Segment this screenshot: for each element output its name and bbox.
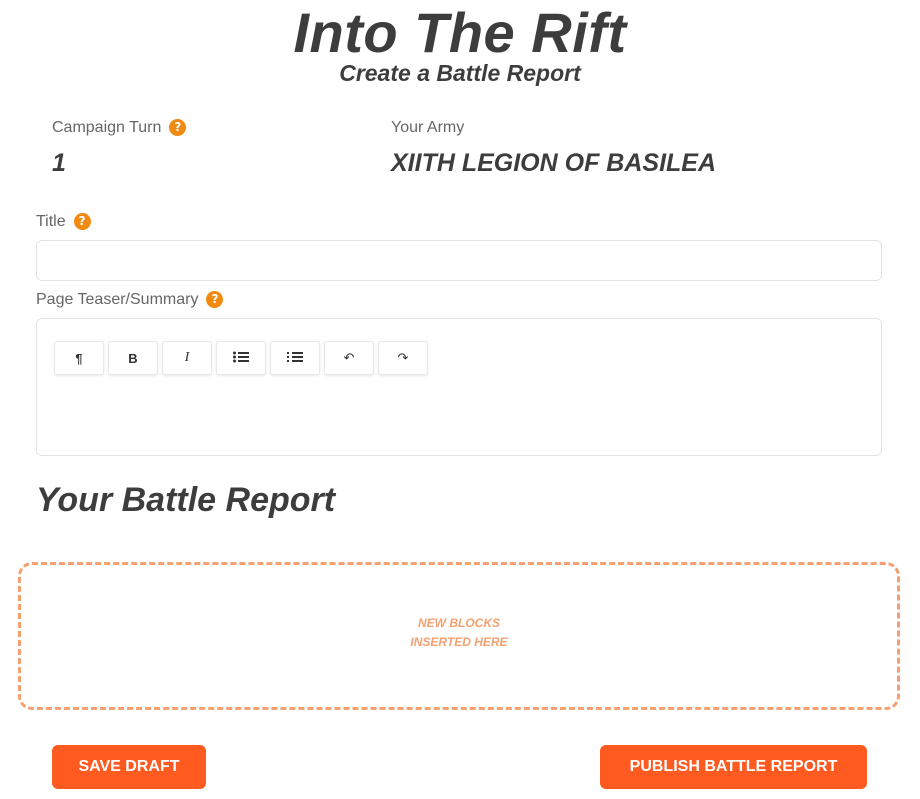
block-drop-zone[interactable]: NEW BLOCKS INSERTED HERE — [18, 562, 900, 710]
help-icon[interactable]: ? — [206, 291, 224, 309]
save-draft-button[interactable]: SAVE DRAFT — [52, 745, 206, 789]
teaser-label-row: Page Teaser/Summary? — [36, 290, 224, 310]
teaser-editor[interactable]: ¶ B I ↶ ↷ — [36, 318, 882, 456]
ordered-list-icon — [287, 351, 303, 366]
ordered-list-button[interactable] — [270, 341, 320, 375]
drop-zone-line-1: NEW BLOCKS — [418, 616, 500, 630]
battle-report-heading: Your Battle Report — [36, 481, 336, 519]
campaign-turn-label-row: Campaign Turn? — [52, 118, 187, 138]
italic-button[interactable]: I — [162, 341, 212, 375]
bold-icon: B — [128, 350, 138, 366]
title-label: Title — [36, 213, 66, 230]
publish-battle-report-button[interactable]: PUBLISH BATTLE REPORT — [600, 745, 867, 789]
army-label: Your Army — [391, 119, 465, 136]
help-icon[interactable]: ? — [169, 119, 187, 137]
redo-icon: ↷ — [397, 350, 409, 366]
italic-icon: I — [184, 350, 190, 365]
bullet-list-icon — [233, 351, 249, 366]
paragraph-button[interactable]: ¶ — [54, 341, 104, 375]
page-subtitle: Create a Battle Report — [339, 60, 581, 86]
drop-zone-line-2: INSERTED HERE — [410, 635, 508, 649]
campaign-turn-label: Campaign Turn — [52, 119, 162, 136]
campaign-turn-value: 1 — [52, 149, 66, 177]
army-value: XIITH LEGION OF BASILEA — [391, 149, 717, 177]
title-input[interactable] — [36, 240, 882, 281]
undo-icon: ↶ — [343, 350, 355, 366]
drop-zone-text: NEW BLOCKS INSERTED HERE — [21, 614, 897, 652]
bullet-list-button[interactable] — [216, 341, 266, 375]
teaser-label: Page Teaser/Summary — [36, 291, 199, 308]
help-icon[interactable]: ? — [73, 213, 91, 231]
redo-button[interactable]: ↷ — [378, 341, 428, 375]
bold-button[interactable]: B — [108, 341, 158, 375]
undo-button[interactable]: ↶ — [324, 341, 374, 375]
paragraph-icon: ¶ — [75, 350, 83, 366]
title-label-row: Title? — [36, 212, 91, 232]
